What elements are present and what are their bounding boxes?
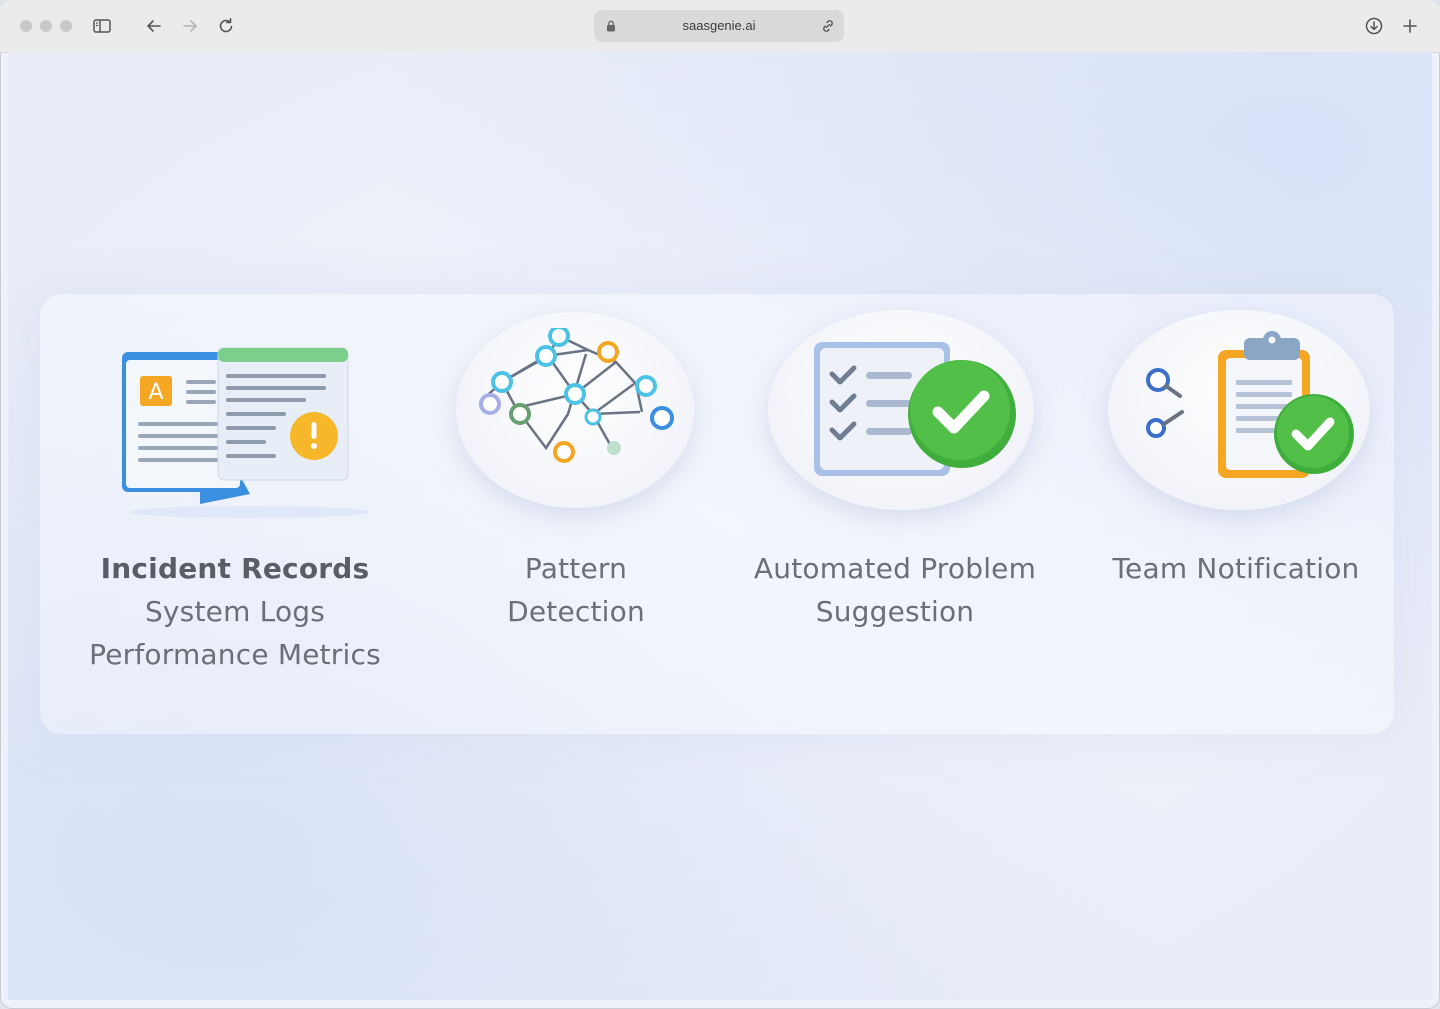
feature-title: Incident Records (100, 552, 370, 585)
page-content: A Incident Records System Logs Performan… (8, 52, 1432, 1000)
incident-documents-icon: A (122, 347, 370, 518)
link-icon[interactable] (820, 18, 836, 34)
browser-toolbar: saasgenie.ai (0, 0, 1440, 53)
url-text: saasgenie.ai (682, 18, 756, 33)
clipboard-check-icon (1146, 331, 1354, 478)
feature-title: Suggestion (815, 595, 975, 628)
features-panel: A Incident Records System Logs Performan… (40, 294, 1394, 734)
network-graph-icon (479, 328, 674, 463)
checklist-check-icon (814, 342, 1016, 476)
feature-title: Automated Problem (753, 552, 1037, 585)
browser-window: saasgenie.ai A Incident Records System L… (0, 0, 1440, 1009)
zoom-window-button[interactable] (60, 20, 72, 32)
sidebar-toggle-icon[interactable] (90, 14, 114, 38)
svg-text:A: A (148, 380, 163, 405)
back-arrow-icon[interactable] (142, 14, 166, 38)
close-window-button[interactable] (20, 20, 32, 32)
new-tab-icon[interactable] (1398, 14, 1422, 38)
feature-title: Pattern (524, 552, 628, 585)
reload-icon[interactable] (214, 14, 238, 38)
feature-subtitle: System Logs (144, 595, 326, 628)
feature-title: Detection (507, 595, 645, 628)
minimize-window-button[interactable] (40, 20, 52, 32)
forward-arrow-icon[interactable] (178, 14, 202, 38)
address-bar[interactable]: saasgenie.ai (594, 10, 844, 42)
feature-title: Team Notification (1112, 552, 1360, 585)
feature-subtitle: Performance Metrics (89, 638, 381, 671)
download-icon[interactable] (1362, 14, 1386, 38)
